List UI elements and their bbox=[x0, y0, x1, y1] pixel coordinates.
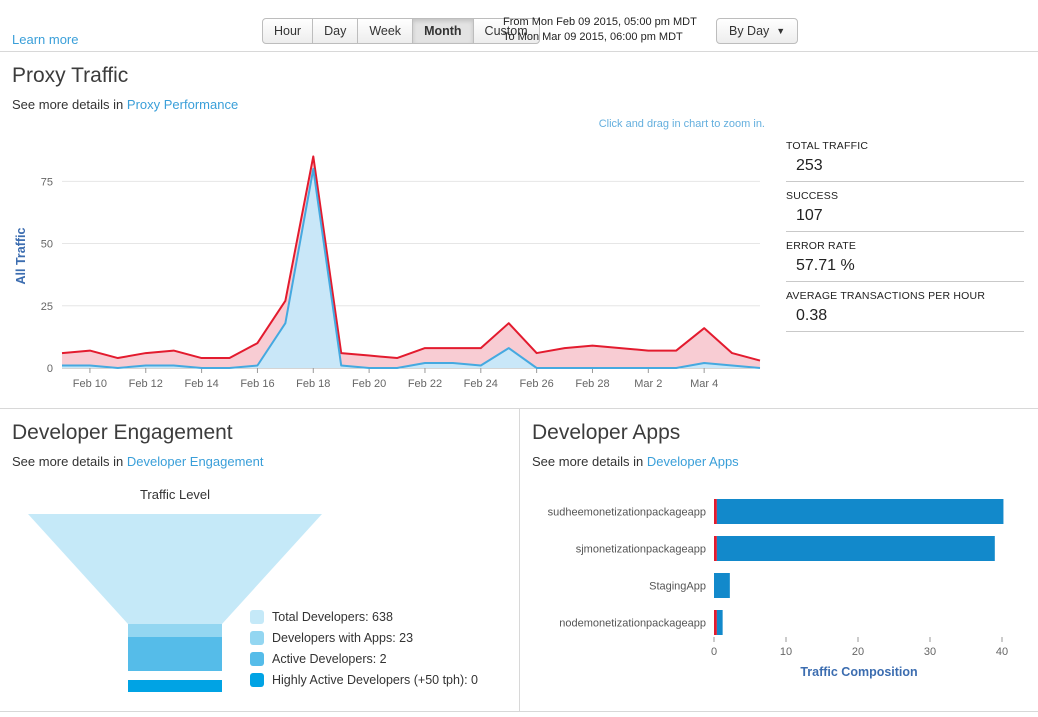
bottom-row: Developer Engagement See more details in… bbox=[0, 408, 1038, 712]
stat-label: TOTAL TRAFFIC bbox=[786, 140, 1024, 152]
legend-swatch bbox=[250, 652, 264, 666]
svg-text:Mar 4: Mar 4 bbox=[690, 378, 718, 390]
caret-down-icon: ▼ bbox=[776, 27, 785, 36]
proxy-traffic-title: Proxy Traffic bbox=[12, 64, 1026, 88]
legend-swatch bbox=[250, 631, 264, 645]
svg-text:Feb 22: Feb 22 bbox=[408, 378, 442, 390]
topbar: Learn more Hour Day Week Month Custom Fr… bbox=[0, 0, 1038, 52]
svg-text:Feb 18: Feb 18 bbox=[296, 378, 330, 390]
developer-apps-subtitle: See more details in Developer Apps bbox=[532, 454, 1026, 469]
granularity-label: By Day bbox=[729, 24, 769, 38]
proxy-traffic-chart[interactable]: 0 25 50 75 Feb 10 Feb 12 Feb 14 Feb 16 Feb 18 Feb… bbox=[12, 130, 772, 398]
stat-success: SUCCESS 107 bbox=[786, 190, 1024, 232]
developer-apps-chart[interactable]: sudheemonetizationpackageapp sjmonetizati… bbox=[532, 495, 1022, 660]
stat-total-traffic: TOTAL TRAFFIC 253 bbox=[786, 140, 1024, 182]
legend-item: Total Developers: 638 bbox=[250, 610, 478, 624]
stat-value: 107 bbox=[796, 207, 1024, 225]
date-range-to: To Mon Mar 09 2015, 06:00 pm MDT bbox=[503, 30, 697, 45]
date-range-from: From Mon Feb 09 2015, 05:00 pm MDT bbox=[503, 15, 697, 30]
developer-engagement-subtitle-text: See more details in bbox=[12, 454, 123, 469]
granularity-dropdown[interactable]: By Day ▼ bbox=[716, 18, 798, 44]
svg-text:30: 30 bbox=[924, 646, 936, 658]
range-button-week[interactable]: Week bbox=[357, 18, 413, 44]
svg-text:Feb 26: Feb 26 bbox=[520, 378, 554, 390]
stat-value: 57.71 % bbox=[796, 257, 1024, 275]
developer-apps-subtitle-text: See more details in bbox=[532, 454, 643, 469]
range-button-hour[interactable]: Hour bbox=[262, 18, 313, 44]
svg-text:nodemonetizationpackageapp: nodemonetizationpackageapp bbox=[559, 618, 706, 630]
svg-text:25: 25 bbox=[41, 301, 53, 313]
svg-text:75: 75 bbox=[41, 176, 53, 188]
developer-apps-chart-wrap: sudheemonetizationpackageapp sjmonetizati… bbox=[532, 495, 1026, 679]
developer-apps-section: Developer Apps See more details in Devel… bbox=[519, 409, 1038, 711]
svg-text:Feb 16: Feb 16 bbox=[240, 378, 274, 390]
range-button-day[interactable]: Day bbox=[312, 18, 358, 44]
svg-text:StagingApp: StagingApp bbox=[649, 581, 706, 593]
svg-text:0: 0 bbox=[47, 363, 53, 375]
proxy-traffic-chart-row: 0 25 50 75 Feb 10 Feb 12 Feb 14 Feb 16 Feb 18 Feb… bbox=[12, 130, 1026, 398]
proxy-traffic-subtitle: See more details in Proxy Performance bbox=[12, 97, 1026, 112]
funnel-legend: Total Developers: 638 Developers with Ap… bbox=[250, 610, 478, 694]
svg-text:Feb 12: Feb 12 bbox=[129, 378, 163, 390]
developer-engagement-link[interactable]: Developer Engagement bbox=[127, 454, 264, 469]
svg-text:sudheemonetizationpackageapp: sudheemonetizationpackageapp bbox=[548, 507, 706, 519]
legend-swatch bbox=[250, 673, 264, 687]
range-button-month[interactable]: Month bbox=[412, 18, 473, 44]
svg-text:Feb 24: Feb 24 bbox=[464, 378, 498, 390]
legend-label: Highly Active Developers (+50 tph): 0 bbox=[272, 673, 478, 687]
svg-text:Feb 28: Feb 28 bbox=[575, 378, 609, 390]
svg-text:All Traffic: All Traffic bbox=[14, 227, 28, 284]
developer-apps-link[interactable]: Developer Apps bbox=[647, 454, 739, 469]
svg-text:Feb 14: Feb 14 bbox=[184, 378, 218, 390]
legend-item: Active Developers: 2 bbox=[250, 652, 478, 666]
developer-engagement-subtitle: See more details in Developer Engagement bbox=[12, 454, 507, 469]
legend-item: Developers with Apps: 23 bbox=[250, 631, 478, 645]
stat-error-rate: ERROR RATE 57.71 % bbox=[786, 240, 1024, 282]
proxy-performance-link[interactable]: Proxy Performance bbox=[127, 97, 238, 112]
svg-text:Feb 20: Feb 20 bbox=[352, 378, 386, 390]
svg-text:sjmonetizationpackageapp: sjmonetizationpackageapp bbox=[576, 544, 706, 556]
svg-text:Mar 2: Mar 2 bbox=[634, 378, 662, 390]
stat-value: 0.38 bbox=[796, 307, 1024, 325]
legend-item: Highly Active Developers (+50 tph): 0 bbox=[250, 673, 478, 687]
time-range-button-group: Hour Day Week Month Custom bbox=[262, 18, 540, 44]
stat-label: SUCCESS bbox=[786, 190, 1024, 202]
traffic-composition-axis-label: Traffic Composition bbox=[714, 665, 1004, 679]
proxy-traffic-stats: TOTAL TRAFFIC 253 SUCCESS 107 ERROR RATE… bbox=[786, 130, 1024, 398]
funnel-title: Traffic Level bbox=[25, 487, 325, 502]
svg-text:0: 0 bbox=[711, 646, 717, 658]
legend-label: Developers with Apps: 23 bbox=[272, 631, 413, 645]
svg-text:Feb 10: Feb 10 bbox=[73, 378, 107, 390]
stat-label: AVERAGE TRANSACTIONS PER HOUR bbox=[786, 290, 1024, 302]
svg-text:10: 10 bbox=[780, 646, 792, 658]
svg-text:40: 40 bbox=[996, 646, 1008, 658]
proxy-traffic-subtitle-text: See more details in bbox=[12, 97, 123, 112]
learn-more-link[interactable]: Learn more bbox=[12, 32, 78, 47]
legend-label: Total Developers: 638 bbox=[272, 610, 393, 624]
stat-label: ERROR RATE bbox=[786, 240, 1024, 252]
svg-text:20: 20 bbox=[852, 646, 864, 658]
proxy-traffic-section: Proxy Traffic See more details in Proxy … bbox=[0, 52, 1038, 408]
developer-engagement-section: Developer Engagement See more details in… bbox=[0, 409, 519, 711]
zoom-hint: Click and drag in chart to zoom in. bbox=[599, 118, 765, 130]
legend-swatch bbox=[250, 610, 264, 624]
stat-value: 253 bbox=[796, 157, 1024, 175]
svg-text:50: 50 bbox=[41, 239, 53, 251]
legend-label: Active Developers: 2 bbox=[272, 652, 387, 666]
stat-avg-tph: AVERAGE TRANSACTIONS PER HOUR 0.38 bbox=[786, 290, 1024, 332]
developer-apps-title: Developer Apps bbox=[532, 421, 1026, 445]
developer-engagement-title: Developer Engagement bbox=[12, 421, 507, 445]
date-range-display: From Mon Feb 09 2015, 05:00 pm MDT To Mo… bbox=[503, 15, 697, 45]
